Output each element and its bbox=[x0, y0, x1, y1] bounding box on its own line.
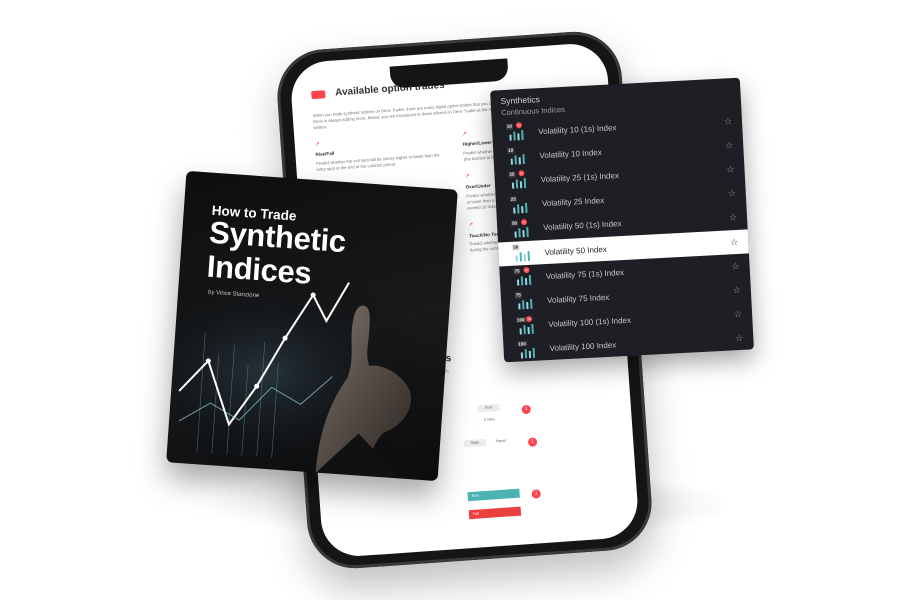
deriv-logo-icon bbox=[311, 90, 326, 100]
trade-widget: Ticks 5 Ticks Stake Payout 1 1 1 Rise Fa… bbox=[441, 400, 559, 527]
symbol-badge: 1s bbox=[520, 218, 528, 226]
scene: Available option trades When you trade s… bbox=[0, 0, 900, 600]
candle-bars-icon bbox=[515, 250, 531, 262]
candle-bars-icon bbox=[518, 299, 533, 310]
fall-button[interactable]: Fall bbox=[468, 506, 522, 520]
market-name: Volatility 100 (1s) Index bbox=[548, 315, 632, 330]
symbol-tag: 10 bbox=[507, 147, 515, 154]
symbol-tag: 10 bbox=[505, 123, 514, 130]
symbol-badge: 1s bbox=[523, 267, 530, 274]
market-list: 10 1s Volatility 10 (1s) Index ☆ 10 Volatilit… bbox=[492, 109, 754, 364]
market-symbol-icon: 75 bbox=[514, 292, 538, 311]
candle-bars-icon bbox=[511, 178, 527, 190]
symbol-tag: 100 bbox=[515, 316, 526, 323]
star-icon[interactable]: ☆ bbox=[729, 212, 738, 223]
star-icon[interactable]: ☆ bbox=[735, 333, 744, 344]
candle-bars-icon bbox=[513, 202, 528, 214]
market-symbol-icon: 100 1s bbox=[515, 315, 539, 335]
market-name: Volatility 100 Index bbox=[549, 340, 617, 354]
star-icon[interactable]: ☆ bbox=[726, 164, 735, 175]
stake-tab[interactable]: Stake bbox=[463, 438, 487, 448]
step-marker: 1 bbox=[521, 404, 532, 415]
market-symbol-icon: 50 1s bbox=[510, 218, 534, 239]
symbol-badge: 1s bbox=[525, 315, 533, 322]
star-icon[interactable]: ☆ bbox=[734, 309, 743, 320]
market-symbol-icon: 100 bbox=[517, 340, 540, 359]
ebook-cover: How to Trade Synthetic Indices by Vince … bbox=[166, 170, 458, 482]
star-icon[interactable]: ☆ bbox=[727, 188, 736, 199]
star-icon[interactable]: ☆ bbox=[732, 285, 741, 296]
candle-bars-icon bbox=[519, 323, 534, 335]
candle-bars-icon bbox=[514, 226, 529, 238]
market-name: Volatility 75 Index bbox=[546, 292, 610, 305]
market-name: Volatility 50 (1s) Index bbox=[543, 219, 622, 233]
ticks-tab[interactable]: Ticks bbox=[477, 403, 500, 413]
step-marker: 1 bbox=[531, 489, 542, 499]
symbol-badge: 1s bbox=[518, 170, 525, 177]
market-name: Volatility 25 (1s) Index bbox=[540, 171, 620, 185]
symbol-tag: 25 bbox=[508, 171, 516, 178]
market-name: Volatility 10 (1s) Index bbox=[538, 122, 617, 136]
market-name: Volatility 10 Index bbox=[539, 147, 602, 161]
candle-bars-icon bbox=[520, 347, 536, 359]
market-symbol-icon: 25 bbox=[509, 195, 533, 214]
symbol-tag: 50 bbox=[512, 244, 520, 251]
star-icon[interactable]: ☆ bbox=[725, 140, 734, 151]
option-type-item: ↗ Rise/Fall Predict whether the exit spot … bbox=[315, 132, 450, 174]
candle-bars-icon bbox=[516, 275, 532, 286]
symbol-tag: 50 bbox=[510, 220, 519, 227]
star-icon[interactable]: ☆ bbox=[730, 236, 739, 247]
candle-bars-icon bbox=[509, 130, 524, 141]
candle-bars-icon bbox=[510, 154, 525, 166]
payout-tab[interactable]: Payout bbox=[489, 437, 513, 446]
symbol-tag: 100 bbox=[517, 340, 528, 347]
symbol-tag: 75 bbox=[513, 268, 521, 275]
star-icon[interactable]: ☆ bbox=[724, 116, 733, 127]
market-symbol-icon: 25 1s bbox=[508, 170, 531, 190]
market-list-panel: Synthetics Continuous Indices 10 1s Volati… bbox=[490, 77, 754, 364]
market-symbol-icon: 10 bbox=[507, 147, 530, 166]
symbol-tag: 75 bbox=[514, 292, 522, 299]
cover-chart-illustration bbox=[166, 270, 451, 482]
star-icon[interactable]: ☆ bbox=[731, 261, 740, 272]
rise-button[interactable]: Rise bbox=[467, 488, 520, 502]
market-name: Volatility 25 Index bbox=[541, 196, 605, 209]
market-name: Volatility 75 (1s) Index bbox=[545, 267, 625, 281]
book-title: Synthetic Indices bbox=[206, 215, 347, 293]
market-symbol-icon: 10 1s bbox=[505, 122, 529, 142]
ticks-value[interactable]: 5 Ticks bbox=[478, 415, 501, 425]
symbol-tag: 25 bbox=[509, 196, 517, 202]
market-name: Volatility 50 Index bbox=[544, 244, 607, 257]
symbol-badge: 1s bbox=[515, 122, 523, 129]
step-marker: 1 bbox=[527, 437, 538, 447]
market-symbol-icon: 75 1s bbox=[513, 267, 536, 287]
market-symbol-icon: 50 bbox=[512, 244, 535, 263]
